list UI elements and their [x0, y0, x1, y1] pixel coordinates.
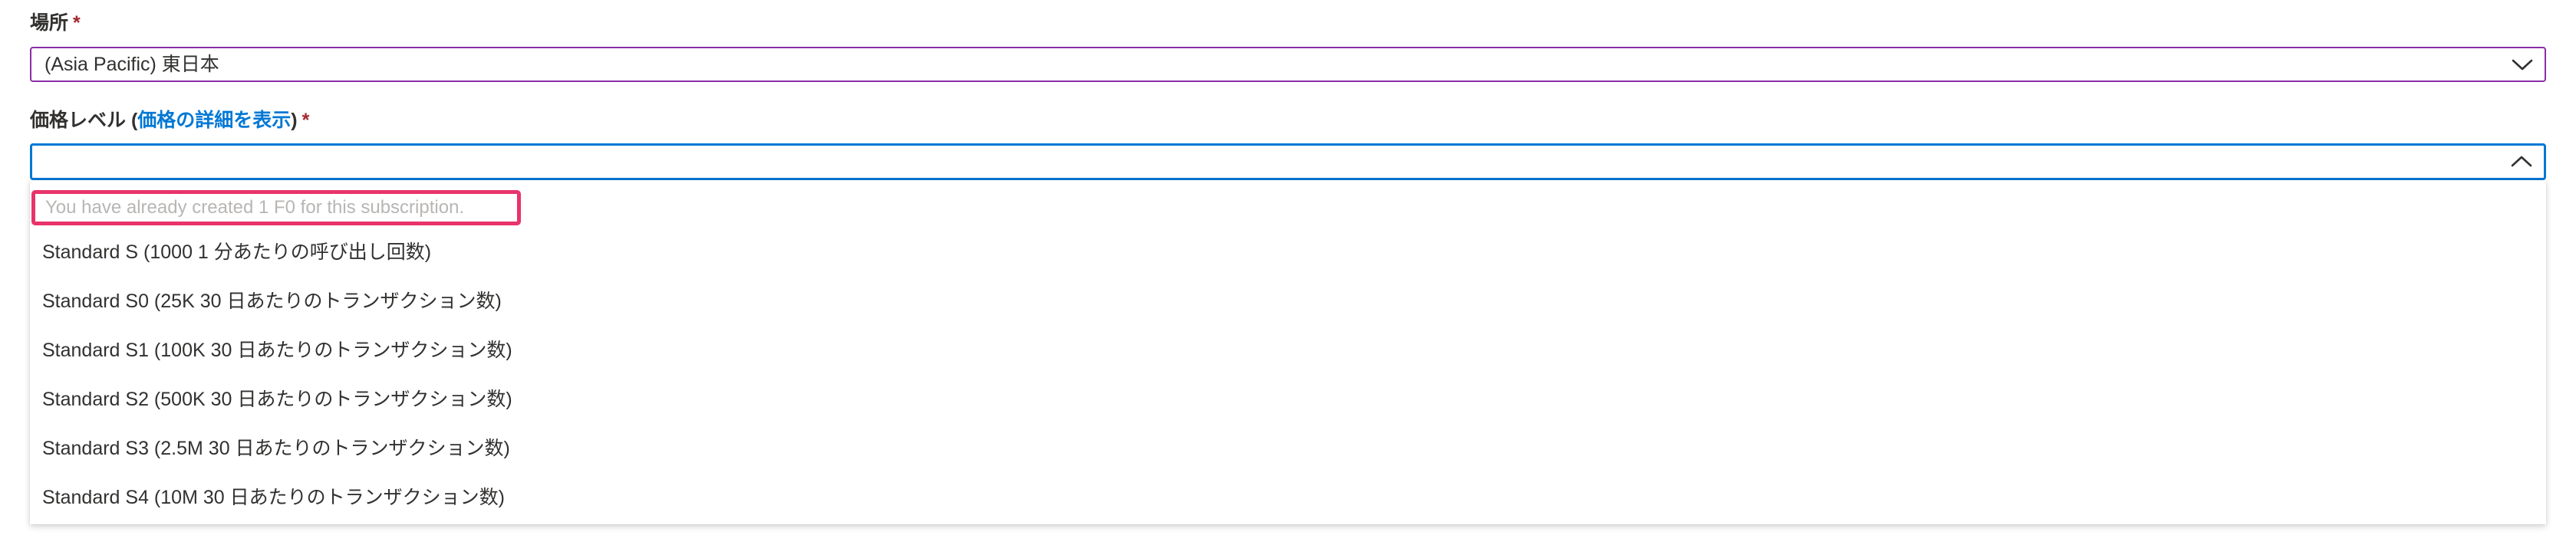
option-standard-s0[interactable]: Standard S0 (25K 30 日あたりのトランザクション数)	[42, 278, 502, 325]
pricing-tier-label: 価格レベル (価格の詳細を表示) *	[30, 108, 309, 133]
pricing-tier-select[interactable]	[30, 143, 2546, 180]
option-standard-s2[interactable]: Standard S2 (500K 30 日あたりのトランザクション数)	[42, 376, 512, 423]
disabled-option-note: You have already created 1 F0 for this s…	[45, 197, 465, 218]
location-label: 場所 *	[30, 11, 81, 35]
chevron-up-icon	[2511, 156, 2532, 167]
location-label-text: 場所	[30, 12, 69, 34]
option-standard-s4[interactable]: Standard S4 (10M 30 日あたりのトランザクション数)	[42, 474, 505, 521]
option-standard-s3[interactable]: Standard S3 (2.5M 30 日あたりのトランザクション数)	[42, 425, 510, 472]
location-select-value: (Asia Pacific) 東日本	[44, 54, 219, 75]
pricing-tier-label-prefix: 価格レベル (	[30, 110, 138, 131]
option-standard-s1[interactable]: Standard S1 (100K 30 日あたりのトランザクション数)	[42, 327, 512, 374]
pricing-tier-dropdown: You have already created 1 F0 for this s…	[30, 180, 2546, 524]
chevron-down-icon	[2512, 59, 2533, 71]
option-standard-s[interactable]: Standard S (1000 1 分あたりの呼び出し回数)	[42, 228, 431, 276]
pricing-details-link[interactable]: 価格の詳細を表示	[137, 110, 291, 131]
pricing-tier-label-suffix: )	[291, 110, 298, 131]
pricing-tier-required-mark: *	[301, 110, 310, 131]
location-select[interactable]: (Asia Pacific) 東日本	[30, 47, 2546, 82]
location-required-mark: *	[73, 12, 81, 34]
disabled-option-highlight: You have already created 1 F0 for this s…	[31, 190, 521, 225]
